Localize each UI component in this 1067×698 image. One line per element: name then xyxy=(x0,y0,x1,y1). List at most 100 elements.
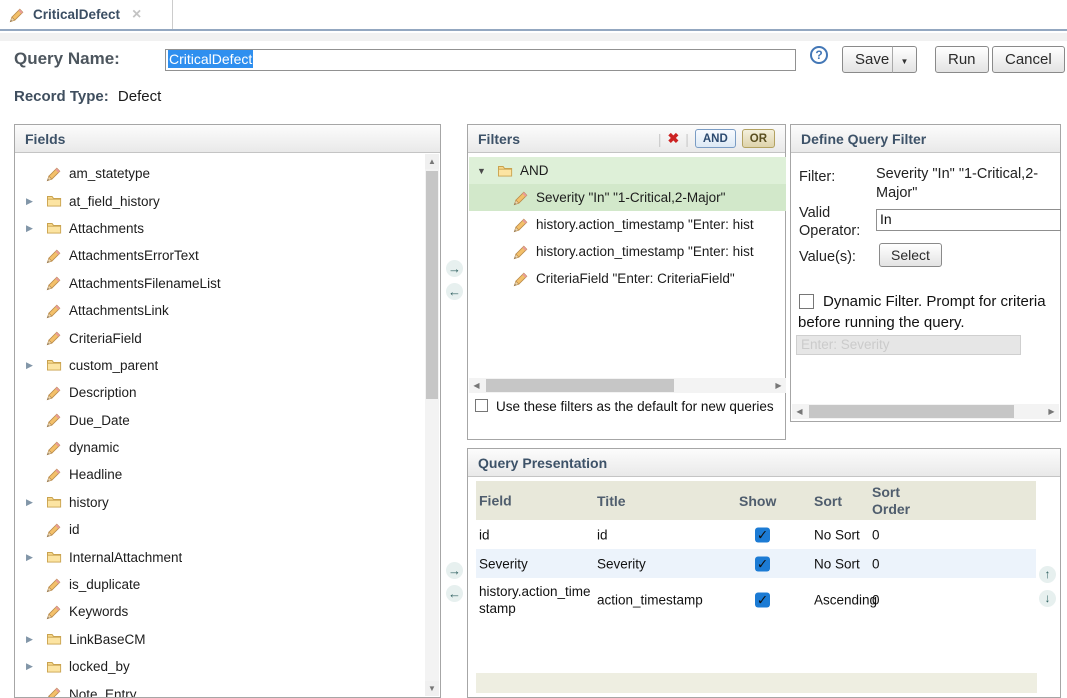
field-item[interactable]: AttachmentsLink xyxy=(16,297,424,324)
folder-icon xyxy=(46,357,62,373)
help-icon[interactable]: ? xyxy=(810,46,828,64)
table-row[interactable]: history.action_timestamp action_timestam… xyxy=(476,578,1036,621)
scroll-left-icon[interactable]: ◀ xyxy=(792,404,807,419)
field-folder-item[interactable]: ▶Attachments xyxy=(16,215,424,242)
scroll-right-icon[interactable]: ▶ xyxy=(1044,404,1059,419)
define-hscrollbar[interactable]: ◀ ▶ xyxy=(792,404,1059,419)
operator-input[interactable]: In xyxy=(876,209,1061,231)
pencil-icon xyxy=(46,166,62,182)
filter-item[interactable]: CriteriaField "Enter: CriteriaField" xyxy=(469,265,786,292)
define-hscrollbar-thumb[interactable] xyxy=(809,405,1014,418)
field-item[interactable]: AttachmentsFilenameList xyxy=(16,270,424,297)
field-folder-item[interactable]: ▶history xyxy=(16,489,424,516)
filter-item[interactable]: history.action_timestamp "Enter: hist xyxy=(469,238,786,265)
filter-label: Filter: xyxy=(799,169,835,185)
default-filters-label: Use these filters as the default for new… xyxy=(496,399,774,414)
show-checkbox[interactable] xyxy=(755,592,770,607)
scroll-right-icon[interactable]: ▶ xyxy=(771,378,786,393)
field-folder-item[interactable]: ▶locked_by xyxy=(16,653,424,680)
tab-close-icon[interactable]: × xyxy=(132,8,141,22)
pencil-icon xyxy=(513,271,529,287)
column-header-title: Title xyxy=(597,493,729,509)
field-item[interactable]: dynamic xyxy=(16,434,424,461)
remove-filter-arrow-icon[interactable]: ← xyxy=(446,283,463,300)
or-operator-button[interactable]: OR xyxy=(742,129,775,148)
define-panel-header: Define Query Filter xyxy=(791,125,1060,153)
fields-scrollbar[interactable]: ▲ ▼ xyxy=(425,154,439,696)
show-checkbox[interactable] xyxy=(755,556,770,571)
filters-hscrollbar-thumb[interactable] xyxy=(486,379,674,392)
field-folder-item[interactable]: ▶LinkBaseCM xyxy=(16,626,424,653)
field-item[interactable]: CriteriaField xyxy=(16,324,424,351)
show-checkbox[interactable] xyxy=(755,527,770,542)
dynamic-filter-checkbox[interactable] xyxy=(799,294,814,309)
scroll-down-icon[interactable]: ▼ xyxy=(425,681,439,696)
scroll-up-icon[interactable]: ▲ xyxy=(425,154,439,169)
filter-and-group[interactable]: ▼ AND xyxy=(469,157,786,184)
fields-panel-header: Fields xyxy=(15,125,440,153)
field-folder-item[interactable]: ▶InternalAttachment xyxy=(16,543,424,570)
remove-column-arrow-icon[interactable]: ← xyxy=(446,585,463,602)
field-item[interactable]: is_duplicate xyxy=(16,571,424,598)
expand-icon[interactable]: ▶ xyxy=(26,661,46,672)
tab-title: CriticalDefect xyxy=(33,7,120,22)
pencil-icon xyxy=(9,7,25,23)
collapse-icon[interactable]: ▼ xyxy=(477,166,497,176)
filter-item-selected[interactable]: Severity "In" "1-Critical,2-Major" xyxy=(469,184,786,211)
table-row[interactable]: id id No Sort 0 xyxy=(476,520,1036,549)
field-item[interactable]: id xyxy=(16,516,424,543)
filter-item[interactable]: history.action_timestamp "Enter: hist xyxy=(469,211,786,238)
query-name-input[interactable]: CriticalDefect xyxy=(165,49,796,71)
add-filter-arrow-icon[interactable]: → xyxy=(446,260,463,277)
expand-icon[interactable]: ▶ xyxy=(26,552,46,563)
expand-icon[interactable]: ▶ xyxy=(26,497,46,508)
field-item[interactable]: am_statetype xyxy=(16,160,424,187)
field-item[interactable]: AttachmentsErrorText xyxy=(16,242,424,269)
query-editor-window: CriticalDefect × Query Name: CriticalDef… xyxy=(0,0,1067,698)
and-operator-button[interactable]: AND xyxy=(695,129,736,148)
folder-icon xyxy=(497,163,513,179)
pencil-icon xyxy=(46,686,62,697)
expand-icon[interactable]: ▶ xyxy=(26,223,46,234)
default-filters-checkbox[interactable] xyxy=(475,399,488,412)
filters-hscrollbar[interactable]: ◀ ▶ xyxy=(469,378,786,393)
operator-label-line2: Operator: xyxy=(799,223,860,239)
folder-icon xyxy=(46,659,62,675)
field-item[interactable]: Keywords xyxy=(16,598,424,625)
field-folder-item[interactable]: ▶at_field_history xyxy=(16,187,424,214)
field-item[interactable]: Due_Date xyxy=(16,407,424,434)
expand-icon[interactable]: ▶ xyxy=(26,360,46,371)
filters-panel: Filters | ✖ | AND OR ▼ AND Severity "In"… xyxy=(467,124,786,440)
expand-icon[interactable]: ▶ xyxy=(26,634,46,645)
fields-scrollbar-thumb[interactable] xyxy=(426,171,438,399)
move-up-arrow-icon[interactable]: ↑ xyxy=(1039,566,1056,583)
record-type-label: Record Type: xyxy=(14,88,109,105)
save-dropdown-button[interactable] xyxy=(892,46,917,73)
tab-criticaldefect[interactable]: CriticalDefect × xyxy=(0,0,173,29)
field-item[interactable]: Description xyxy=(16,379,424,406)
presentation-panel-title: Query Presentation xyxy=(478,455,607,471)
pencil-icon xyxy=(46,330,62,346)
field-item[interactable]: Note_Entry xyxy=(16,680,424,697)
filters-panel-header: Filters | ✖ | AND OR xyxy=(468,125,785,153)
pencil-icon xyxy=(513,190,529,206)
table-row[interactable]: Severity Severity No Sort 0 xyxy=(476,549,1036,578)
expand-icon[interactable]: ▶ xyxy=(26,196,46,207)
run-button[interactable]: Run xyxy=(935,46,989,73)
folder-icon xyxy=(46,494,62,510)
select-values-button[interactable]: Select xyxy=(879,243,942,267)
fields-panel-title: Fields xyxy=(25,131,65,147)
filters-panel-title: Filters xyxy=(478,131,520,147)
delete-filter-icon[interactable]: ✖ xyxy=(667,130,679,147)
scroll-left-icon[interactable]: ◀ xyxy=(469,378,484,393)
field-folder-item[interactable]: ▶custom_parent xyxy=(16,352,424,379)
tab-bar: CriticalDefect × xyxy=(0,0,1067,31)
pencil-icon xyxy=(46,248,62,264)
default-filters-option: Use these filters as the default for new… xyxy=(474,397,776,416)
move-down-arrow-icon[interactable]: ↓ xyxy=(1039,590,1056,607)
add-column-arrow-icon[interactable]: → xyxy=(446,562,463,579)
field-item[interactable]: Headline xyxy=(16,461,424,488)
cancel-button[interactable]: Cancel xyxy=(992,46,1065,73)
column-header-field: Field xyxy=(479,492,591,509)
save-button[interactable]: Save xyxy=(842,46,893,73)
